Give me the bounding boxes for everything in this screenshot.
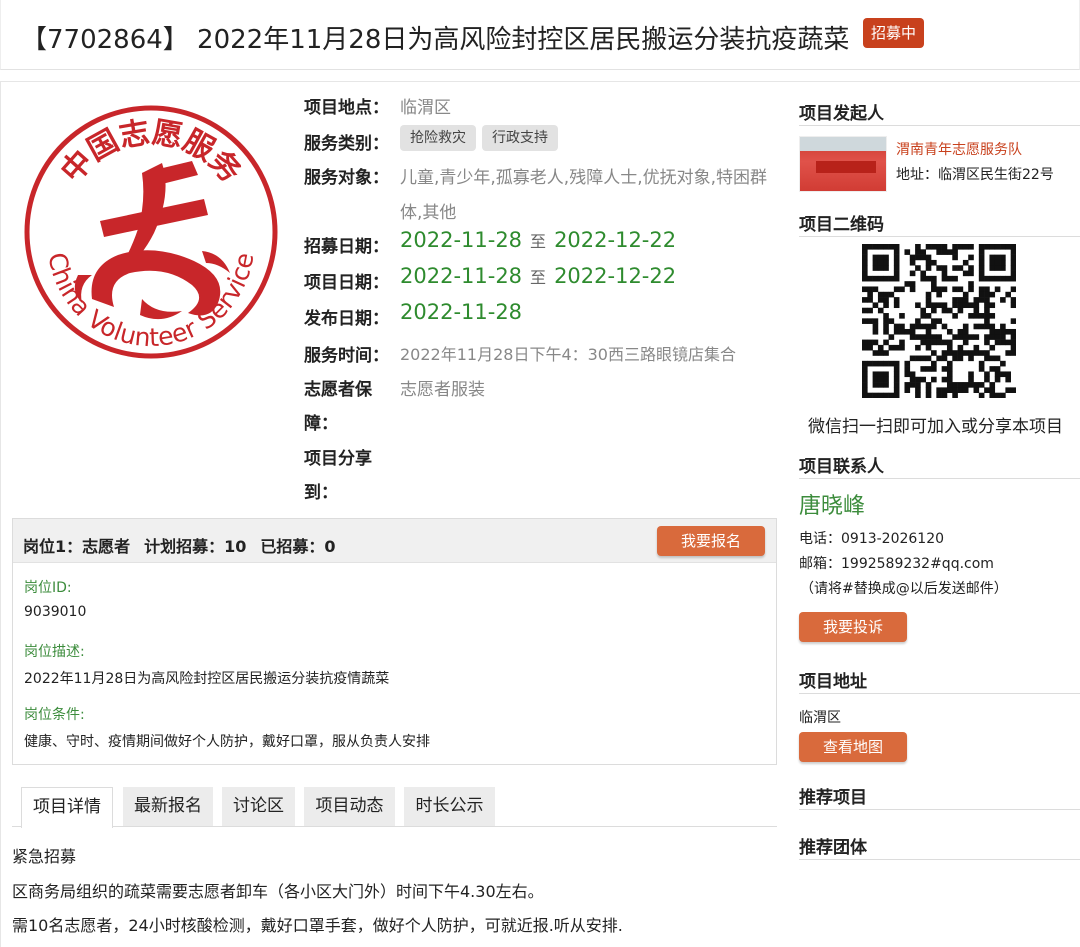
guarantee-value: 志愿者服装 [400, 380, 485, 400]
org-photo[interactable] [799, 136, 887, 192]
contact-email: 邮箱：1992589232#qq.com [799, 556, 994, 572]
divider [799, 125, 1080, 126]
title-card: 【7702864】 2022年11月28日为高风险封控区居民搬运分装抗疫蔬菜 招… [0, 0, 1080, 70]
publish-date: 2022-11-28 [400, 300, 523, 324]
position-cond-label: 岗位条件: [24, 707, 85, 723]
initiator-title: 项目发起人 [799, 104, 884, 124]
position-plan: 计划招募：10 [144, 537, 247, 556]
email-note: （请将#替换成@以后发送邮件） [800, 581, 1008, 597]
detail-tabs: 项目详情 最新报名 讨论区 项目动态 时长公示 [12, 787, 777, 828]
position-desc-label: 岗位描述: [24, 644, 85, 660]
target-value-line2: 体,其他 [400, 203, 457, 223]
address-title: 项目地址 [799, 672, 867, 692]
divider [799, 478, 1080, 479]
contact-title: 项目联系人 [799, 457, 884, 477]
status-badge: 招募中 [863, 18, 925, 48]
detail-line: 紧急招募 [12, 847, 77, 866]
position-recruited: 已招募：0 [260, 537, 336, 556]
category-label: 服务类别： [304, 134, 389, 154]
target-label: 服务对象： [304, 168, 389, 188]
position-id-label: 岗位ID: [24, 580, 72, 596]
tab-project-detail[interactable]: 项目详情 [21, 787, 113, 828]
divider [799, 236, 1080, 237]
complain-button[interactable]: 我要投诉 [799, 612, 907, 642]
service-time-value: 2022年11月28日下午4：30西三路眼镜店集合 [400, 345, 736, 364]
share-label-line2: 到： [304, 483, 338, 503]
tab-hours-notice[interactable]: 时长公示 [404, 787, 495, 826]
detail-line: 区商务局组织的疏菜需要志愿者卸车（各小区大门外）时间下午4.30左右。 [12, 882, 544, 901]
share-label-line1: 项目分享 [304, 449, 372, 469]
org-address: 地址：临渭区民生街22号 [896, 167, 1054, 183]
location-value: 临渭区 [400, 98, 451, 118]
target-value-line1: 儿童,青少年,孤寡老人,残障人士,优抚对象,特困群 [400, 168, 768, 188]
detail-line: 需10名志愿者，24小时核酸检测，戴好口罩手套，做好个人防护，可就近报.听从安排… [12, 916, 623, 935]
address-value: 临渭区 [799, 710, 841, 726]
position-header: 岗位1：志愿者 计划招募：10 已招募：0 我要报名 [13, 519, 776, 563]
location-label: 项目地点： [304, 98, 389, 118]
view-map-button[interactable]: 查看地图 [799, 732, 907, 762]
china-volunteer-logo: 中国志愿服务 China Volunteer Service [24, 105, 278, 359]
position-id-value: 9039010 [24, 604, 87, 620]
service-time-label: 服务时间： [304, 346, 389, 366]
project-date-label: 项目日期： [304, 273, 389, 293]
category-tag[interactable]: 抢险救灾 [400, 125, 476, 151]
project-start: 2022-11-28 [400, 264, 523, 288]
signup-button[interactable]: 我要报名 [657, 526, 765, 556]
position-box: 岗位1：志愿者 计划招募：10 已招募：0 我要报名 岗位ID: 9039010 岗… [12, 518, 777, 765]
divider [799, 859, 1080, 860]
position-name: 岗位1：志愿者 [23, 537, 131, 556]
org-name-link[interactable]: 渭南青年志愿服务队 [896, 139, 1022, 159]
project-to: 至 [530, 268, 547, 287]
project-end: 2022-12-22 [554, 264, 677, 288]
recruit-label: 招募日期： [304, 237, 389, 257]
qr-caption: 微信扫一扫即可加入或分享本项目 [808, 417, 1063, 437]
recruit-to: 至 [530, 232, 547, 251]
position-summary: 岗位1：志愿者 计划招募：10 已招募：0 [23, 533, 350, 557]
publish-label: 发布日期： [304, 309, 389, 329]
tab-discussion[interactable]: 讨论区 [222, 787, 295, 826]
project-dates: 2022-11-28 至 2022-12-22 [400, 264, 676, 288]
qr-code [862, 244, 1016, 398]
position-desc-value: 2022年11月28日为高风险封控区居民搬运分装抗疫情蔬菜 [24, 671, 390, 687]
divider [799, 693, 1080, 694]
recommend-teams-title: 推荐团体 [799, 838, 867, 858]
recommend-projects-title: 推荐项目 [799, 788, 867, 808]
contact-name: 唐晓峰 [799, 494, 866, 519]
page-title: 【7702864】 2022年11月28日为高风险封控区居民搬运分装抗疫蔬菜 [21, 25, 850, 55]
guarantee-label-line1: 志愿者保 [304, 380, 372, 400]
category-tag[interactable]: 行政支持 [482, 125, 558, 151]
guarantee-label-line2: 障： [304, 414, 338, 434]
contact-phone: 电话：0913-2026120 [799, 531, 945, 547]
recruit-start: 2022-11-28 [400, 228, 523, 252]
position-cond-value: 健康、守时、疫情期间做好个人防护，戴好口罩，服从负责人安排 [24, 734, 430, 750]
tab-latest-signup[interactable]: 最新报名 [123, 787, 213, 826]
recruit-end: 2022-12-22 [554, 228, 677, 252]
category-tags: 抢险救灾 行政支持 [400, 125, 564, 151]
tab-project-news[interactable]: 项目动态 [304, 787, 395, 826]
divider [799, 809, 1080, 810]
qr-title: 项目二维码 [799, 215, 884, 235]
recruit-dates: 2022-11-28 至 2022-12-22 [400, 228, 676, 252]
